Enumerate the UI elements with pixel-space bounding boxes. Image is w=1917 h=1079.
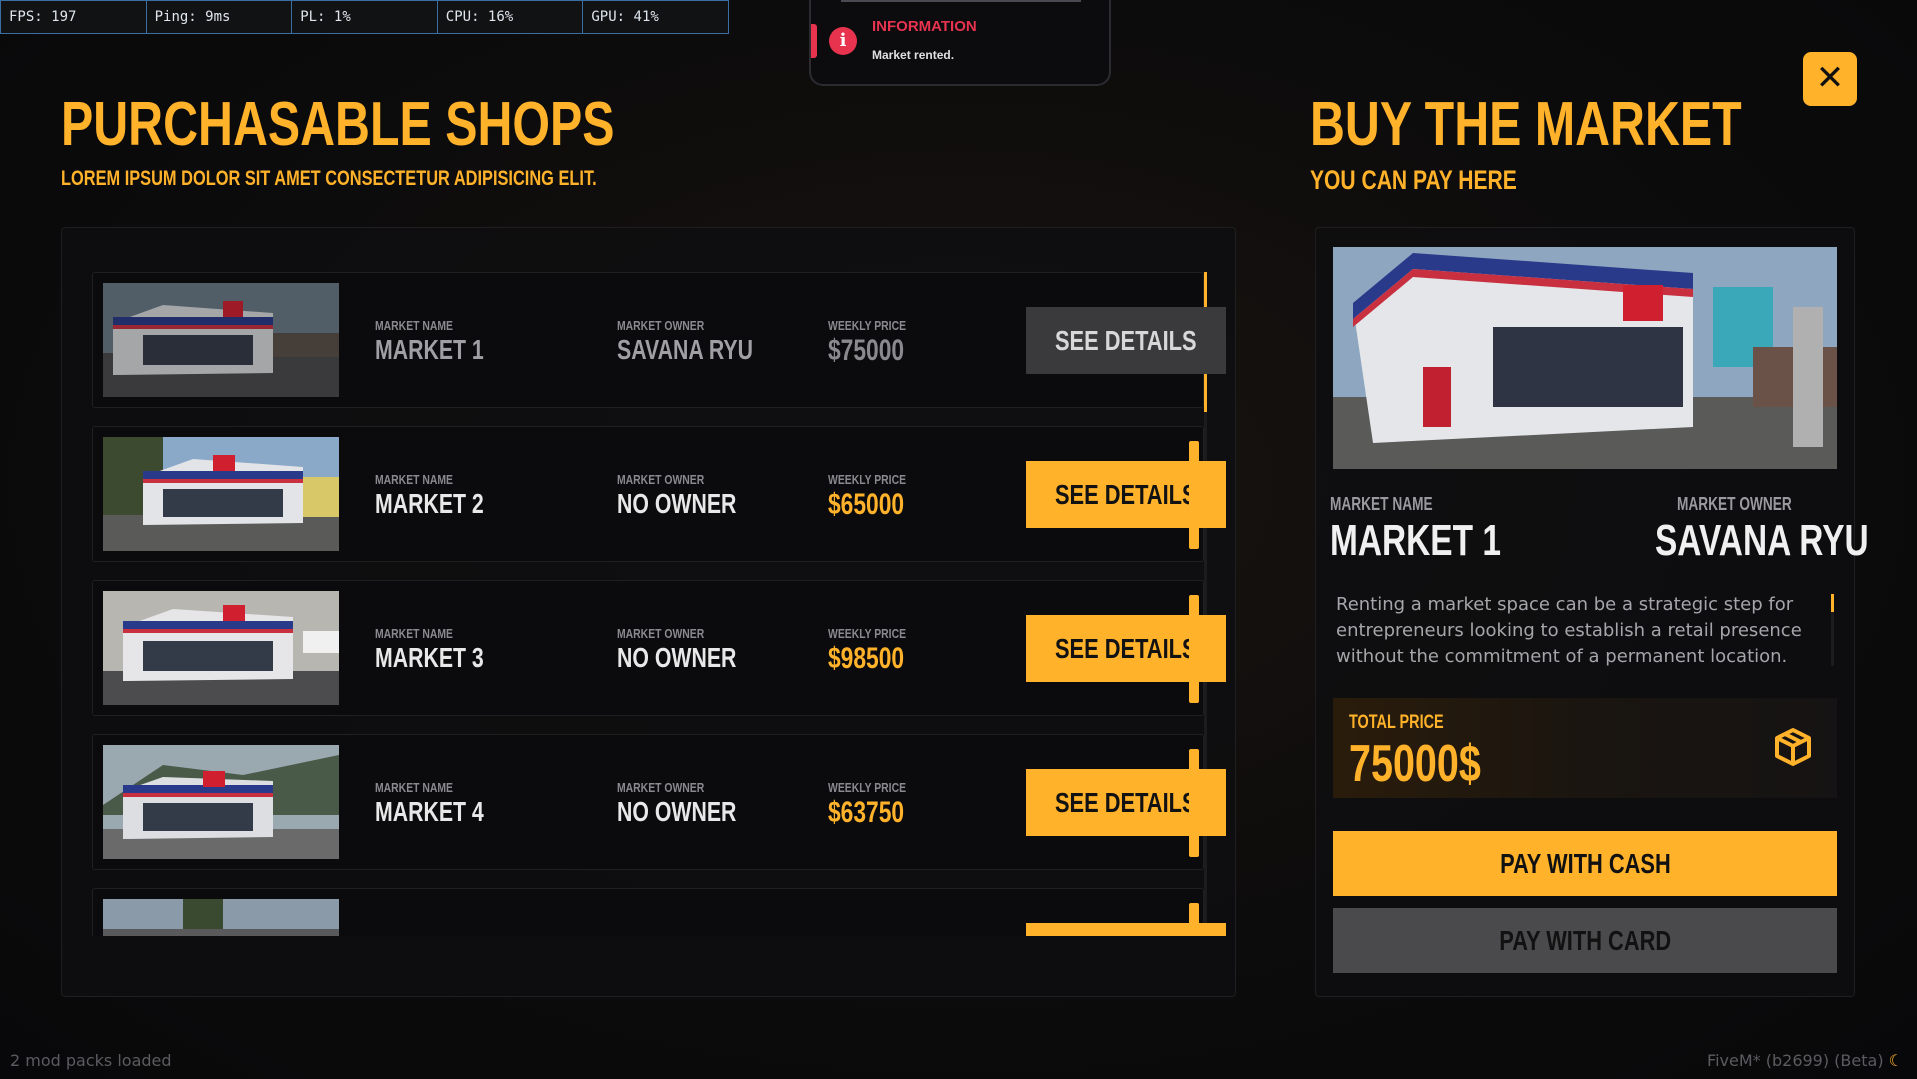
market-name-label: MARKET NAME	[375, 472, 453, 487]
market-owner: NO OWNER	[617, 642, 737, 673]
shop-row: MARKET NAME MARKET 1 MARKET OWNER SAVANA…	[92, 272, 1226, 408]
shop-thumbnail	[103, 745, 339, 859]
buy-title: BUY THE MARKET	[1310, 90, 1742, 159]
market-preview-image	[1333, 247, 1837, 469]
shops-panel: MARKET NAME MARKET 1 MARKET OWNER SAVANA…	[61, 227, 1236, 997]
detail-market-name-label: MARKET NAME	[1330, 494, 1433, 514]
shop-thumbnail	[103, 437, 339, 551]
page-subtitle: LOREM IPSUM DOLOR SIT AMET CONSECTETUR A…	[61, 167, 597, 190]
notification-accent-bar	[811, 24, 817, 58]
total-price-box: TOTAL PRICE 75000$	[1333, 698, 1837, 798]
total-price-label: TOTAL PRICE	[1349, 712, 1444, 733]
market-owner-label: MARKET OWNER	[617, 318, 705, 333]
client-version: FiveM* (b2699) (Beta) ☾	[1707, 1051, 1903, 1070]
market-name-label: MARKET NAME	[375, 626, 453, 641]
packet-loss-stat: PL: 1%	[292, 1, 438, 33]
shop-thumbnail	[103, 283, 339, 397]
market-owner-label: MARKET OWNER	[617, 472, 705, 487]
weekly-price-label: WEEKLY PRICE	[828, 780, 907, 795]
row-accent-marker	[1189, 903, 1199, 936]
shop-row: MARKET NAME MARKET 2 MARKET OWNER NO OWN…	[92, 426, 1226, 562]
shop-thumbnail	[103, 591, 339, 705]
market-owner: NO OWNER	[617, 488, 737, 519]
gpu-stat: GPU: 41%	[591, 9, 659, 25]
detail-market-name: MARKET 1	[1330, 516, 1501, 565]
client-version-text: FiveM* (b2699) (Beta)	[1707, 1051, 1884, 1070]
ping-stat: Ping: 9ms	[147, 1, 293, 33]
mod-packs-status: 2 mod packs loaded	[10, 1051, 172, 1070]
market-owner: NO OWNER	[617, 796, 737, 827]
weekly-price: $98500	[828, 642, 905, 675]
market-name-label: MARKET NAME	[375, 934, 453, 936]
market-owner: SAVANA RYU	[617, 334, 753, 365]
weekly-price-label: WEEKLY PRICE	[828, 626, 907, 641]
description-scrollbar[interactable]	[1831, 594, 1834, 666]
shop-thumbnail	[103, 899, 339, 936]
info-icon: i	[829, 27, 857, 55]
market-owner-label: MARKET OWNER	[617, 780, 705, 795]
weekly-price-label: WEEKLY PRICE	[828, 472, 907, 487]
shop-row: MARKET NAME MARKET 3 MARKET OWNER NO OWN…	[92, 580, 1226, 716]
market-owner-label: MARKET OWNER	[617, 626, 705, 641]
weekly-price: $63750	[828, 796, 905, 829]
pay-with-card-button[interactable]: PAY WITH CARD	[1333, 908, 1837, 973]
market-name: MARKET 3	[375, 642, 484, 673]
detail-market-owner-label: MARKET OWNER	[1677, 494, 1792, 514]
buy-subtitle: YOU CAN PAY HERE	[1310, 165, 1517, 195]
weekly-price-label: WEEKLY PRICE	[828, 934, 906, 936]
weekly-price: $65000	[828, 488, 905, 521]
row-accent-marker	[1189, 441, 1199, 549]
shops-list: MARKET NAME MARKET 1 MARKET OWNER SAVANA…	[92, 272, 1228, 936]
row-accent-marker	[1189, 595, 1199, 703]
description-scrollbar-thumb[interactable]	[1831, 594, 1834, 612]
market-owner-label: MARKET OWNER	[617, 934, 704, 936]
market-name-label: MARKET NAME	[375, 780, 453, 795]
perf-stats-bar: FPS: 197 Ping: 9ms PL: 1% CPU: 16% GPU: …	[0, 0, 729, 34]
market-name: MARKET 1	[375, 334, 484, 365]
weekly-price: $75000	[828, 334, 905, 367]
market-description: Renting a market space can be a strategi…	[1336, 594, 1802, 667]
detail-market-owner: SAVANA RYU	[1655, 516, 1869, 565]
shop-row: MARKET NAME MARKET 4 MARKET OWNER NO OWN…	[92, 734, 1226, 870]
market-name: MARKET 2	[375, 488, 484, 519]
package-icon	[1775, 728, 1811, 766]
moon-icon: ☾	[1888, 1051, 1903, 1070]
weekly-price-label: WEEKLY PRICE	[828, 318, 907, 333]
row-accent-marker	[1189, 749, 1199, 857]
shop-row: MARKET NAME MARKET OWNER WEEKLY PRICE	[92, 888, 1226, 936]
fps-stat: FPS: 197	[1, 1, 147, 33]
notification-title: INFORMATION	[872, 18, 977, 35]
pay-with-cash-button[interactable]: PAY WITH CASH	[1333, 831, 1837, 896]
cpu-stat: CPU: 16%	[438, 1, 584, 33]
notification-toast: i INFORMATION Market rented.	[809, 0, 1111, 86]
page-title: PURCHASABLE SHOPS	[61, 90, 615, 159]
market-name: MARKET 4	[375, 796, 484, 827]
total-price-value: 75000$	[1349, 735, 1481, 793]
notification-progress	[841, 0, 1081, 2]
close-button[interactable]: ✕	[1803, 52, 1857, 106]
notification-message: Market rented.	[872, 48, 955, 62]
see-details-button[interactable]: SEE DETAILS	[1026, 307, 1226, 374]
market-name-label: MARKET NAME	[375, 318, 453, 333]
